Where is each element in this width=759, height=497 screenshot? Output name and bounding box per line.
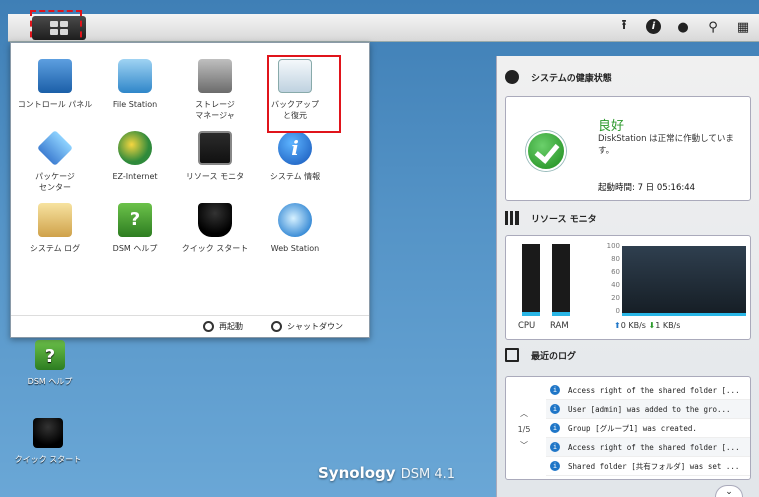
app-label: Web Station bbox=[270, 244, 320, 253]
chevron-down-icon[interactable]: ﹀ bbox=[520, 440, 528, 451]
resource-widget: CPU RAM 100 80 60 40 20 0 ⬆0 KB/s ⬇1 KB/… bbox=[505, 235, 751, 340]
shutdown-label: シャットダウン bbox=[287, 322, 343, 331]
log-pager: ︿ 1/5 ﹀ bbox=[506, 377, 542, 481]
backup-app-highlight bbox=[267, 55, 341, 133]
network-graph bbox=[622, 246, 746, 316]
app-package-center[interactable]: パッケージ センター bbox=[15, 123, 95, 195]
collapse-widgets-button[interactable]: ⌄ bbox=[715, 485, 743, 497]
shield-icon bbox=[505, 70, 519, 84]
app-control-panel[interactable]: コントロール パネル bbox=[15, 51, 95, 123]
health-status: 良好 bbox=[598, 119, 625, 134]
app-system-info[interactable]: i システム 情報 bbox=[255, 123, 335, 195]
resource-monitor-icon bbox=[198, 131, 232, 165]
web-station-icon bbox=[278, 203, 312, 237]
info-icon: i bbox=[550, 423, 560, 433]
app-label: システム ログ bbox=[29, 244, 81, 253]
cpu-label: CPU bbox=[518, 321, 536, 331]
log-widget-title: 最近のログ bbox=[505, 348, 576, 362]
health-description: DiskStation は正常に作動しています。 bbox=[598, 134, 734, 156]
desktop-shortcut-label: DSM ヘルプ bbox=[27, 377, 73, 386]
log-entry[interactable]: i Group [グループ1] was created. bbox=[546, 419, 750, 438]
restart-label: 再起動 bbox=[219, 322, 243, 331]
app-dsm-help[interactable]: ? DSM ヘルプ bbox=[95, 195, 175, 267]
dsm-help-icon: ? bbox=[35, 340, 65, 370]
app-quick-start[interactable]: クイック スタート bbox=[175, 195, 255, 267]
ram-meter bbox=[552, 244, 570, 316]
check-icon bbox=[526, 131, 566, 171]
log-entry[interactable]: i Shared folder [共有フォルダ] was set ... bbox=[546, 457, 750, 476]
app-resource-monitor[interactable]: リソース モニタ bbox=[175, 123, 255, 195]
info-icon: i bbox=[550, 404, 560, 414]
brand-logo: Synology DSM 4.1 bbox=[318, 464, 456, 482]
storage-manager-icon bbox=[198, 59, 232, 93]
health-widget: 良好 DiskStation は正常に作動しています。 起動時間: 7 日 05… bbox=[505, 96, 751, 201]
bar-chart-icon bbox=[505, 211, 519, 225]
upload-arrow-icon: ⬆ bbox=[614, 321, 621, 330]
chevron-up-icon[interactable]: ︿ bbox=[520, 408, 528, 419]
app-label: パッケージ センター bbox=[35, 172, 75, 192]
uptime: 起動時間: 7 日 05:16:44 bbox=[598, 183, 696, 193]
app-system-log[interactable]: システム ログ bbox=[15, 195, 95, 267]
network-rate: ⬆0 KB/s ⬇1 KB/s bbox=[614, 321, 681, 330]
quick-start-icon bbox=[198, 203, 232, 237]
app-label: DSM ヘルプ bbox=[112, 244, 158, 253]
dsm-help-icon: ? bbox=[118, 203, 152, 237]
power-icon bbox=[271, 321, 282, 332]
info-icon[interactable]: i bbox=[646, 19, 661, 34]
log-entry[interactable]: i Access right of the shared folder [... bbox=[546, 381, 750, 400]
app-storage-manager[interactable]: ストレージ マネージャ bbox=[175, 51, 255, 123]
desktop-shortcut-label: クイック スタート bbox=[14, 455, 82, 464]
info-icon: i bbox=[550, 442, 560, 452]
health-widget-title: システムの健康状態 bbox=[505, 70, 612, 84]
resource-widget-title: リソース モニタ bbox=[505, 211, 597, 225]
page-indicator: 1/5 bbox=[517, 424, 531, 434]
file-station-icon bbox=[118, 59, 152, 93]
app-label: クイック スタート bbox=[181, 244, 249, 253]
restart-icon bbox=[203, 321, 214, 332]
info-icon: i bbox=[550, 385, 560, 395]
desktop-shortcut-quick-start[interactable]: クイック スタート bbox=[8, 418, 88, 465]
main-menu-panel: コントロール パネル File Station ストレージ マネージャ バックア… bbox=[10, 42, 370, 338]
y-tick: 0 bbox=[615, 307, 620, 315]
taskbar: ⭱ i ● ⚲ ▦ bbox=[8, 14, 759, 42]
log-entry[interactable]: i User [admin] was added to the gro... bbox=[546, 400, 750, 419]
widget-panel: システムの健康状態 良好 DiskStation は正常に作動しています。 起動… bbox=[496, 56, 759, 497]
search-icon[interactable]: ⚲ bbox=[705, 19, 721, 35]
system-log-icon bbox=[38, 203, 72, 237]
app-file-station[interactable]: File Station bbox=[95, 51, 175, 123]
widgets-icon[interactable]: ▦ bbox=[735, 19, 751, 35]
system-info-icon: i bbox=[278, 131, 312, 165]
y-tick: 40 bbox=[611, 281, 620, 289]
ram-label: RAM bbox=[550, 321, 569, 331]
taskbar-tray: ⭱ i ● ⚲ ▦ bbox=[616, 18, 751, 35]
info-icon: i bbox=[550, 461, 560, 471]
package-center-icon bbox=[36, 129, 74, 167]
log-widget: ︿ 1/5 ﹀ i Access right of the shared fold… bbox=[505, 376, 751, 480]
shutdown-button[interactable]: シャットダウン bbox=[271, 321, 343, 332]
app-label: ストレージ マネージャ bbox=[195, 100, 235, 120]
y-tick: 100 bbox=[606, 242, 620, 250]
log-entry[interactable]: i Access right of the shared folder [... bbox=[546, 438, 750, 457]
app-web-station[interactable]: Web Station bbox=[255, 195, 335, 267]
ez-internet-icon bbox=[118, 131, 152, 165]
quick-start-icon bbox=[33, 418, 63, 448]
log-list: i Access right of the shared folder [... … bbox=[546, 381, 750, 476]
document-icon bbox=[505, 348, 519, 362]
app-label: EZ-Internet bbox=[112, 172, 158, 181]
control-panel-icon bbox=[38, 59, 72, 93]
app-label: コントロール パネル bbox=[17, 100, 93, 109]
upload-icon[interactable]: ⭱ bbox=[616, 18, 632, 35]
y-tick: 80 bbox=[611, 255, 620, 263]
app-label: File Station bbox=[112, 100, 158, 109]
app-label: システム 情報 bbox=[269, 172, 321, 181]
menu-footer: 再起動 シャットダウン bbox=[11, 315, 369, 337]
user-icon[interactable]: ● bbox=[675, 19, 691, 35]
restart-button[interactable]: 再起動 bbox=[203, 321, 243, 332]
app-label: リソース モニタ bbox=[185, 172, 245, 181]
app-ez-internet[interactable]: EZ-Internet bbox=[95, 123, 175, 195]
y-tick: 60 bbox=[611, 268, 620, 276]
y-tick: 20 bbox=[611, 294, 620, 302]
desktop-shortcut-dsm-help[interactable]: ? DSM ヘルプ bbox=[10, 340, 90, 387]
cpu-meter bbox=[522, 244, 540, 316]
